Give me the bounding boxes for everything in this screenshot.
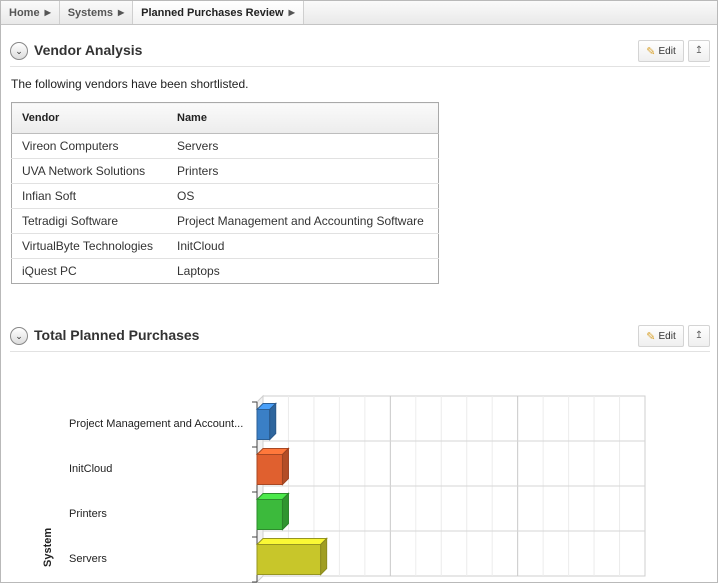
vendor-cell: Vireon Computers [11, 133, 167, 159]
planned-purchases-chart: System Project Management and Account...… [0, 352, 718, 583]
planned-purchases-title: Total Planned Purchases [34, 327, 200, 343]
bar-top [255, 538, 328, 545]
edit-button[interactable]: ✎ Edit [638, 40, 684, 62]
breadcrumb: Home ▶ Systems ▶ Planned Purchases Review ▶ [1, 1, 717, 25]
chevron-right-icon: ▶ [288, 8, 295, 17]
vendor-cell: Infian Soft [11, 183, 167, 209]
breadcrumb-systems-label: Systems [67, 6, 113, 19]
name-cell: InitCloud [167, 233, 439, 259]
pencil-icon: ✎ [646, 45, 656, 58]
bar-side [281, 492, 289, 531]
breadcrumb-systems[interactable]: Systems ▶ [60, 1, 134, 24]
bar [256, 454, 283, 485]
planned-purchases-header: ⌄ Total Planned Purchases ✎ Edit ↥ [10, 325, 710, 352]
vendor-cell: Tetradigi Software [11, 208, 167, 234]
bar [256, 544, 322, 575]
category-label: Project Management and Account... [69, 417, 244, 430]
collapse-icon[interactable]: ⌄ [10, 327, 28, 345]
column-header-vendor[interactable]: Vendor [11, 102, 167, 134]
collapse-icon[interactable]: ⌄ [10, 42, 28, 60]
bar-side [269, 402, 277, 441]
vendors-table: Vendor Name Vireon Computers Servers UVA … [11, 102, 439, 284]
category-label: Printers [69, 507, 107, 520]
bar [256, 409, 271, 440]
scroll-top-icon[interactable]: ↥ [688, 325, 710, 347]
name-cell: OS [167, 183, 439, 209]
vendor-analysis-title: Vendor Analysis [34, 42, 143, 58]
bar [256, 499, 283, 530]
category-label: InitCloud [69, 462, 113, 475]
pencil-icon: ✎ [646, 330, 656, 343]
table-row: Vireon Computers Servers [11, 133, 439, 159]
breadcrumb-current[interactable]: Planned Purchases Review ▶ [133, 1, 304, 24]
intro-text: The following vendors have been shortlis… [11, 77, 249, 91]
table-row: iQuest PC Laptops [11, 258, 439, 284]
table-header-row: Vendor Name [11, 102, 439, 134]
scroll-top-icon[interactable]: ↥ [688, 40, 710, 62]
breadcrumb-home[interactable]: Home ▶ [1, 1, 60, 24]
y-axis-label: System [42, 527, 54, 567]
vendor-cell: VirtualByte Technologies [11, 233, 167, 259]
table-row: UVA Network Solutions Printers [11, 158, 439, 184]
name-cell: Project Management and Accounting Softwa… [167, 208, 439, 234]
breadcrumb-current-label: Planned Purchases Review [141, 6, 284, 19]
breadcrumb-home-label: Home [9, 6, 40, 19]
table-row: Tetradigi Software Project Management and… [11, 208, 439, 234]
table-row: Infian Soft OS [11, 183, 439, 209]
edit-label: Edit [658, 330, 676, 342]
vendor-analysis-header: ⌄ Vendor Analysis ✎ Edit ↥ [10, 40, 710, 67]
category-label: Servers [69, 552, 107, 565]
name-cell: Servers [167, 133, 439, 159]
name-cell: Printers [167, 158, 439, 184]
table-row: VirtualByte Technologies InitCloud [11, 233, 439, 259]
vendor-cell: UVA Network Solutions [11, 158, 167, 184]
edit-button[interactable]: ✎ Edit [638, 325, 684, 347]
vendor-cell: iQuest PC [11, 258, 167, 284]
chevron-right-icon: ▶ [44, 8, 51, 17]
column-header-name[interactable]: Name [167, 102, 439, 134]
edit-label: Edit [658, 45, 676, 57]
name-cell: Laptops [167, 258, 439, 284]
bar-side [281, 447, 289, 486]
chevron-right-icon: ▶ [117, 8, 125, 17]
bar-side [320, 537, 328, 576]
